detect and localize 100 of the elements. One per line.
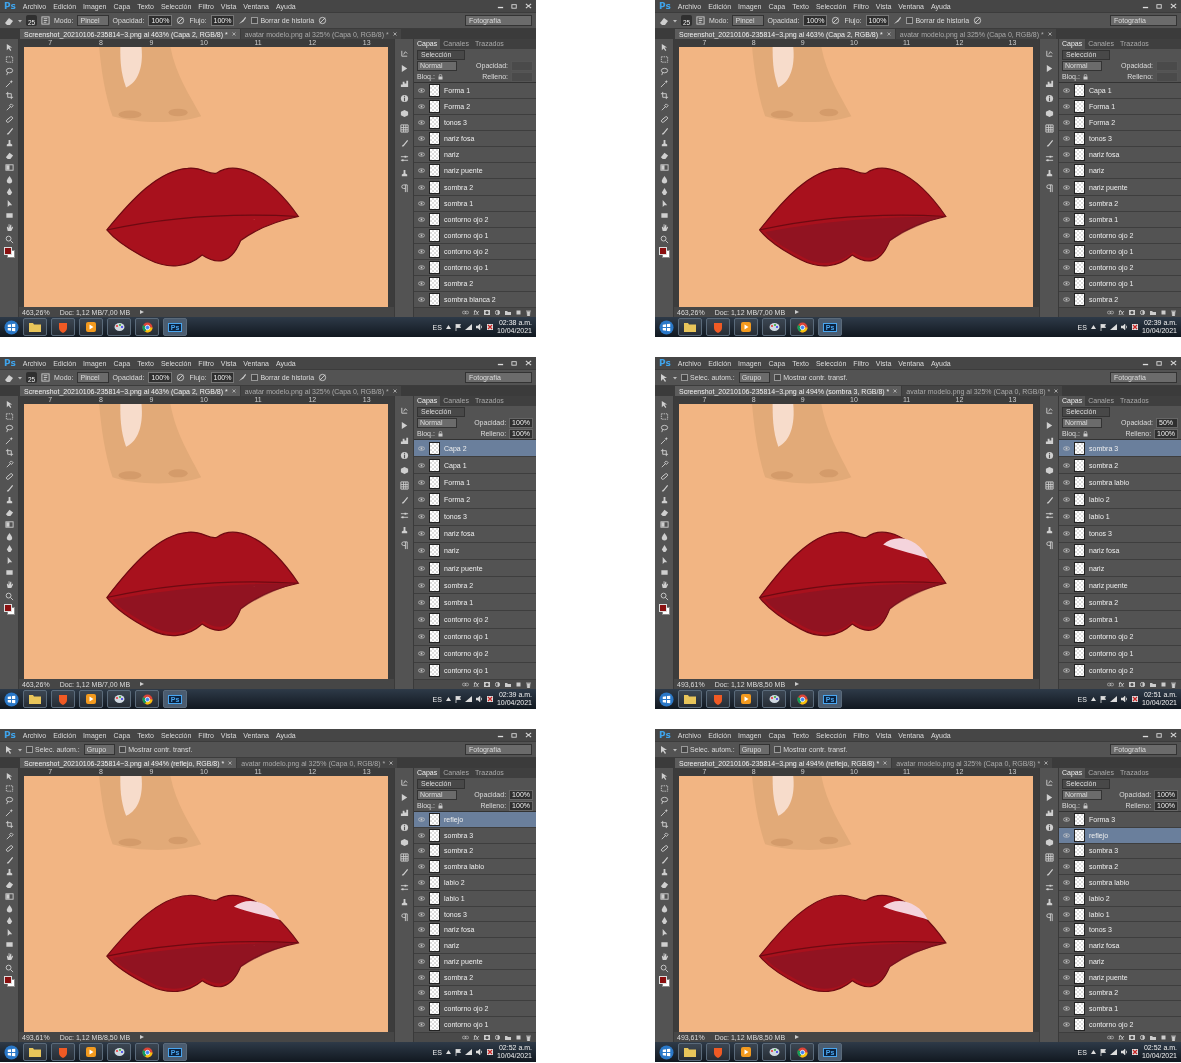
play-icon[interactable] [795, 682, 800, 686]
crop-icon[interactable] [4, 448, 14, 457]
info-icon[interactable] [1044, 94, 1054, 103]
caret-icon[interactable] [1090, 325, 1096, 329]
browser-app-icon[interactable] [135, 1043, 159, 1061]
stamp-icon[interactable] [659, 496, 669, 505]
marquee-icon[interactable] [659, 55, 669, 64]
brush-icon[interactable] [399, 868, 409, 877]
search-icon[interactable] [4, 592, 14, 601]
mask-icon[interactable] [484, 1035, 490, 1040]
eye-icon[interactable] [418, 616, 425, 622]
move-icon[interactable] [4, 744, 14, 755]
color-swatches-icon[interactable] [658, 976, 670, 987]
cube-icon[interactable] [1044, 109, 1054, 118]
play-app-icon[interactable] [79, 1043, 103, 1061]
eye-icon[interactable] [418, 599, 425, 605]
wand-icon[interactable] [4, 436, 14, 445]
move-icon[interactable] [659, 372, 669, 383]
play-app-icon[interactable] [79, 318, 103, 336]
eraser-icon[interactable] [4, 508, 14, 517]
close-icon[interactable] [893, 389, 898, 393]
bandage-icon[interactable] [659, 844, 669, 853]
brush-icon[interactable] [1044, 139, 1054, 148]
start-orb-icon[interactable] [659, 319, 674, 335]
rectangle-icon[interactable] [4, 211, 14, 220]
close-icon[interactable] [231, 389, 236, 393]
browser-app-icon[interactable] [790, 318, 814, 336]
eye-icon[interactable] [1063, 911, 1070, 917]
flag-icon[interactable] [454, 695, 461, 703]
play-app-icon[interactable] [79, 690, 103, 708]
start-orb-icon[interactable] [659, 1044, 674, 1060]
gradient-icon[interactable] [4, 892, 14, 901]
pen-icon[interactable] [4, 187, 14, 196]
close-icon[interactable] [1054, 389, 1059, 393]
paragraph-icon[interactable] [1044, 913, 1054, 922]
close-icon[interactable] [1170, 3, 1177, 9]
hand-icon[interactable] [4, 952, 14, 961]
folder-app-icon[interactable] [678, 1043, 702, 1061]
marquee-icon[interactable] [659, 784, 669, 793]
eye-icon[interactable] [418, 548, 425, 554]
eye-icon[interactable] [418, 280, 425, 286]
mask-icon[interactable] [1129, 1035, 1135, 1040]
eye-icon[interactable] [1063, 216, 1070, 222]
search-icon[interactable] [659, 235, 669, 244]
crop-icon[interactable] [659, 91, 669, 100]
eye-icon[interactable] [418, 264, 425, 270]
cube-icon[interactable] [1044, 466, 1054, 475]
new-layer-icon[interactable] [516, 310, 521, 315]
crop-icon[interactable] [659, 820, 669, 829]
trash-icon[interactable] [526, 1034, 531, 1041]
eye-icon[interactable] [1063, 582, 1070, 588]
histogram-icon[interactable] [399, 808, 409, 817]
shield-app-icon[interactable] [51, 690, 75, 708]
rectangle-icon[interactable] [4, 568, 14, 577]
lock-icon[interactable] [437, 73, 443, 80]
eye-icon[interactable] [418, 943, 425, 949]
info-icon[interactable] [1044, 451, 1054, 460]
eye-icon[interactable] [418, 848, 425, 854]
eye-icon[interactable] [1063, 120, 1070, 126]
folder-icon[interactable] [1150, 1035, 1156, 1040]
play-app-icon[interactable] [734, 1043, 758, 1061]
eraser-icon[interactable] [4, 15, 14, 26]
brush-icon[interactable] [4, 127, 14, 136]
restore-icon[interactable] [1156, 732, 1163, 738]
caret-icon[interactable] [1090, 697, 1096, 701]
eye-icon[interactable] [1063, 864, 1070, 870]
eye-icon[interactable] [418, 1006, 425, 1012]
signal-icon[interactable] [1109, 1049, 1117, 1055]
gradient-icon[interactable] [4, 163, 14, 172]
link-icon[interactable] [461, 682, 469, 687]
eye-icon[interactable] [1063, 1022, 1070, 1028]
gradient-icon[interactable] [4, 520, 14, 529]
eyedropper-icon[interactable] [4, 103, 14, 112]
eye-icon[interactable] [1063, 848, 1070, 854]
eyedropper-icon[interactable] [4, 832, 14, 841]
eraser-icon[interactable] [659, 508, 669, 517]
flag-icon[interactable] [1099, 695, 1106, 703]
sliders-icon[interactable] [399, 511, 409, 520]
folder-app-icon[interactable] [678, 690, 702, 708]
close-icon[interactable] [392, 32, 397, 36]
eye-icon[interactable] [1063, 943, 1070, 949]
grid-icon[interactable] [1044, 853, 1054, 862]
flag-icon[interactable] [454, 1048, 461, 1056]
close-icon[interactable] [231, 32, 236, 36]
browser-app-icon[interactable] [135, 690, 159, 708]
eye-icon[interactable] [418, 88, 425, 94]
eraser-icon[interactable] [659, 880, 669, 889]
close-icon[interactable] [1047, 32, 1052, 36]
close-icon[interactable] [1170, 360, 1177, 366]
stamp-icon[interactable] [399, 169, 409, 178]
eye-icon[interactable] [1063, 1006, 1070, 1012]
folder-icon[interactable] [1150, 682, 1156, 687]
eyedropper-icon[interactable] [659, 832, 669, 841]
histogram-icon[interactable] [1044, 79, 1054, 88]
grid-icon[interactable] [399, 481, 409, 490]
histogram-icon[interactable] [399, 79, 409, 88]
eye-icon[interactable] [1063, 297, 1070, 303]
info-icon[interactable] [1044, 823, 1054, 832]
brush-icon[interactable] [659, 856, 669, 865]
marquee-icon[interactable] [4, 784, 14, 793]
